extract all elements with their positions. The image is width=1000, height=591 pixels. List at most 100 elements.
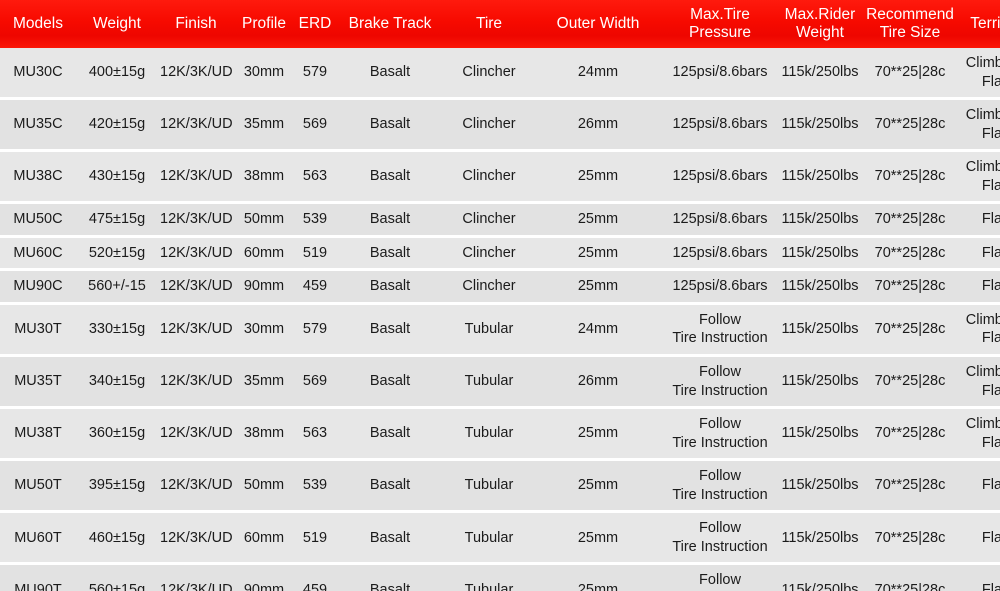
cell-terrian: Flat <box>958 460 1000 512</box>
cell-max-tire-pressure: 125psi/8.6bars <box>662 99 778 151</box>
cell-max-rider-weight: 115k/250lbs <box>781 321 859 338</box>
cell-weight: 400±15g <box>88 64 146 81</box>
column-header-models[interactable]: Models <box>0 0 76 48</box>
cell-terrian-line2: Flat <box>981 330 1000 347</box>
cell-profile: 30mm <box>243 64 285 81</box>
cell-model: MU60C <box>13 244 63 261</box>
cell-profile: 50mm <box>243 477 285 494</box>
column-header-label-line1: Max.Rider <box>784 5 856 23</box>
cell-weight: 430±15g <box>88 168 146 185</box>
cell-tire: Clincher <box>462 168 516 185</box>
cell-max-tire-pressure-line1: Follow <box>699 468 741 485</box>
column-header-profile[interactable]: Profile <box>234 0 294 48</box>
cell-weight: 560±15g <box>88 581 146 591</box>
cell-tire: Tubular <box>464 373 514 390</box>
cell-erd: 459 <box>302 581 328 591</box>
column-header-brake-track[interactable]: Brake Track <box>336 0 444 48</box>
cell-profile: 60mm <box>243 244 285 261</box>
cell-max-tire-pressure-line1: Follow <box>699 572 741 589</box>
cell-max-rider-weight: 115k/250lbs <box>781 529 859 546</box>
cell-max-tire-pressure: 125psi/8.6bars <box>662 203 778 237</box>
column-header-max-rider-weight[interactable]: Max.Rider Weight <box>778 0 862 48</box>
column-header-label: Profile <box>242 14 286 32</box>
cell-max-tire-pressure: FollowTire Instruction <box>662 564 778 591</box>
cell-terrian-line2: Flat <box>981 434 1000 451</box>
cell-terrian-line1: Flat <box>981 244 1000 261</box>
spec-table-container: Models Weight Finish Profile ERD Brake T… <box>0 0 1000 591</box>
cell-terrian: Flat <box>958 236 1000 270</box>
cell-finish: 12K/3K/UD <box>160 211 233 228</box>
table-row[interactable]: MU30T 330±15g 12K/3K/UD 30mm 579 Basalt Tubula… <box>0 303 1000 356</box>
cell-finish: 12K/3K/UD <box>160 116 233 133</box>
column-header-outer-width[interactable]: Outer Width <box>534 0 662 48</box>
cell-tire: Clincher <box>462 244 516 261</box>
table-row[interactable]: MU38C 430±15g 12K/3K/UD 38mm 563 Basalt Clinch… <box>0 150 1000 203</box>
cell-recommend-tire-size: 70**25|28c <box>874 581 946 591</box>
cell-max-tire-pressure: FollowTire Instruction <box>662 408 778 460</box>
column-header-label: Tire <box>475 14 503 32</box>
column-header-label: Models <box>13 14 63 32</box>
cell-max-rider-weight: 115k/250lbs <box>781 425 859 442</box>
cell-weight: 395±15g <box>88 477 146 494</box>
cell-brake-track: Basalt <box>369 211 411 228</box>
cell-terrian-line1: Climbing <box>965 311 1000 328</box>
table-row[interactable]: MU60C 520±15g 12K/3K/UD 60mm 519 Basalt Clinch… <box>0 236 1000 270</box>
cell-terrian-line1: Climbing <box>965 364 1000 381</box>
cell-max-tire-pressure: FollowTire Instruction <box>662 460 778 512</box>
cell-erd: 569 <box>302 116 328 133</box>
table-row[interactable]: MU50T 395±15g 12K/3K/UD 50mm 539 Basalt Tubula… <box>0 459 1000 512</box>
column-header-erd[interactable]: ERD <box>294 0 336 48</box>
table-row[interactable]: MU35C 420±15g 12K/3K/UD 35mm 569 Basalt Clinch… <box>0 98 1000 151</box>
cell-model: MU35T <box>14 373 62 390</box>
column-header-max-tire-pressure[interactable]: Max.Tire Pressure <box>662 0 778 48</box>
column-header-label-line1: Max.Tire <box>690 5 750 23</box>
cell-outer-width: 24mm <box>577 64 619 81</box>
cell-brake-track: Basalt <box>369 168 411 185</box>
cell-max-rider-weight: 115k/250lbs <box>781 244 859 261</box>
cell-weight: 560+/-15 <box>88 278 146 295</box>
cell-weight: 460±15g <box>88 529 146 546</box>
cell-max-tire-pressure: 125psi/8.6bars <box>662 270 778 304</box>
cell-model: MU38T <box>14 425 62 442</box>
cell-terrian: Climbing Flat <box>958 48 1000 99</box>
cell-terrian-line1: Climbing <box>965 416 1000 433</box>
column-header-label: Brake Track <box>348 14 432 32</box>
column-header-tire[interactable]: Tire <box>444 0 534 48</box>
cell-max-tire-pressure: FollowTire Instruction <box>662 303 778 355</box>
cell-erd: 569 <box>302 373 328 390</box>
column-header-recommend-tire-size[interactable]: Recommend Tire Size <box>862 0 958 48</box>
cell-terrian-line1: Climbing <box>965 55 1000 71</box>
cell-max-tire-pressure-line1: Follow <box>699 416 741 433</box>
column-header-finish[interactable]: Finish <box>158 0 234 48</box>
table-row[interactable]: MU90C 560+/-15 12K/3K/UD 90mm 459 Basalt Clinc… <box>0 269 1000 304</box>
cell-recommend-tire-size: 70**25|28c <box>874 529 946 546</box>
cell-brake-track: Basalt <box>369 278 411 295</box>
cell-max-tire-pressure-line1: 125psi/8.6bars <box>672 278 768 295</box>
cell-erd: 519 <box>302 244 328 261</box>
cell-recommend-tire-size: 70**25|28c <box>874 64 946 81</box>
cell-profile: 90mm <box>243 278 285 295</box>
cell-model: MU50C <box>13 211 63 228</box>
cell-outer-width: 25mm <box>577 168 619 185</box>
cell-model: MU35C <box>13 116 63 133</box>
table-row[interactable]: MU60T 460±15g 12K/3K/UD 60mm 519 Basalt Tubula… <box>0 511 1000 564</box>
cell-terrian: Flat <box>958 270 1000 304</box>
cell-max-rider-weight: 115k/250lbs <box>781 278 859 295</box>
cell-max-tire-pressure-line1: 125psi/8.6bars <box>672 244 768 261</box>
cell-recommend-tire-size: 70**25|28c <box>874 116 946 133</box>
table-row[interactable]: MU90T 560±15g 12K/3K/UD 90mm 459 Basalt Tubula… <box>0 563 1000 591</box>
column-header-weight[interactable]: Weight <box>76 0 158 48</box>
cell-profile: 35mm <box>243 373 285 390</box>
table-row[interactable]: MU30C 400±15g 12K/3K/UD 30mm 579 Basalt Clinch… <box>0 48 1000 99</box>
cell-terrian: Flat <box>958 203 1000 237</box>
column-header-terrian[interactable]: Terrian <box>958 0 1000 48</box>
table-row[interactable]: MU38T 360±15g 12K/3K/UD 38mm 563 Basalt Tubula… <box>0 407 1000 460</box>
column-header-label-line1: Recommend <box>866 5 954 23</box>
cell-max-tire-pressure-line2: Tire Instruction <box>672 382 768 399</box>
cell-outer-width: 25mm <box>577 425 619 442</box>
table-row[interactable]: MU35T 340±15g 12K/3K/UD 35mm 569 Basalt Tubula… <box>0 355 1000 408</box>
cell-outer-width: 25mm <box>577 477 619 494</box>
cell-terrian: Climbing Flat <box>958 303 1000 355</box>
table-row[interactable]: MU50C 475±15g 12K/3K/UD 50mm 539 Basalt Clinch… <box>0 202 1000 237</box>
cell-max-tire-pressure-line1: Follow <box>699 520 741 537</box>
